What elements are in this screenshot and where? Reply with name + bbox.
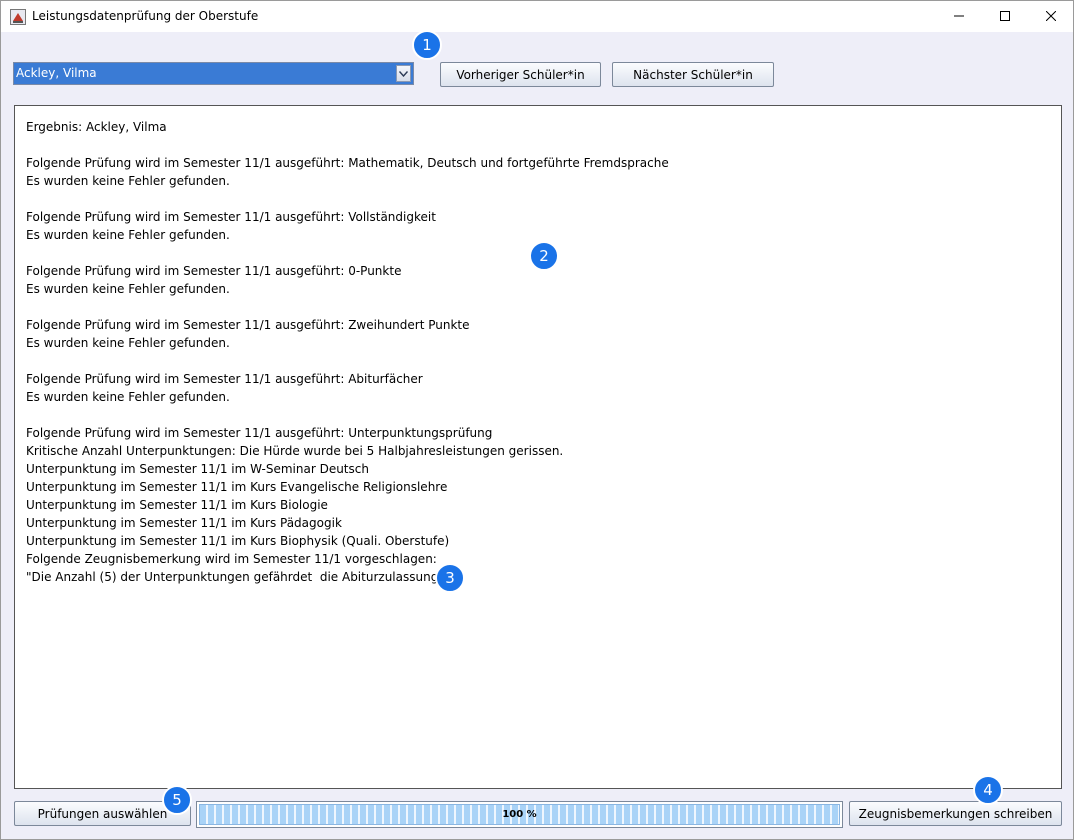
main-window: Leistungsdatenprüfung der Oberstufe Ackl… bbox=[0, 0, 1074, 840]
close-icon bbox=[1045, 10, 1057, 24]
result-line: Ergebnis: Ackley, Vilma bbox=[26, 120, 167, 134]
result-line bbox=[26, 298, 1050, 316]
window-title: Leistungsdatenprüfung der Oberstufe bbox=[32, 9, 259, 23]
next-student-button[interactable]: Nächster Schüler*in bbox=[612, 62, 774, 87]
result-line: Unterpunktung im Semester 11/1 im Kurs B… bbox=[26, 498, 328, 512]
minimize-icon bbox=[954, 10, 964, 24]
result-line: Unterpunktung im Semester 11/1 im Kurs P… bbox=[26, 516, 342, 530]
maximize-icon bbox=[1000, 10, 1010, 24]
result-line: Unterpunktung im Semester 11/1 im Kurs E… bbox=[26, 480, 448, 494]
annotation-badge-2: 2 bbox=[529, 241, 559, 271]
result-line: Unterpunktung im Semester 11/1 im Kurs B… bbox=[26, 534, 450, 548]
progress-label: 100 % bbox=[502, 809, 537, 820]
progress-bar: 100 % bbox=[196, 801, 843, 828]
annotation-badge-4: 4 bbox=[973, 775, 1003, 805]
next-student-label: Nächster Schüler*in bbox=[633, 67, 753, 82]
previous-student-button[interactable]: Vorheriger Schüler*in bbox=[440, 62, 601, 87]
result-line bbox=[26, 136, 1050, 154]
write-remarks-label: Zeugnisbemerkungen schreiben bbox=[858, 806, 1053, 821]
result-line: Folgende Prüfung wird im Semester 11/1 a… bbox=[26, 210, 436, 224]
result-line: Folgende Prüfung wird im Semester 11/1 a… bbox=[26, 372, 423, 386]
student-combobox-value: Ackley, Vilma bbox=[16, 66, 97, 80]
select-checks-label: Prüfungen auswählen bbox=[37, 806, 168, 821]
chevron-down-icon[interactable] bbox=[396, 65, 411, 82]
result-line: Folgende Prüfung wird im Semester 11/1 a… bbox=[26, 426, 493, 440]
student-combobox[interactable]: Ackley, Vilma bbox=[13, 62, 414, 85]
minimize-button[interactable] bbox=[936, 1, 982, 32]
write-remarks-button[interactable]: Zeugnisbemerkungen schreiben bbox=[849, 801, 1062, 826]
result-line: Folgende Prüfung wird im Semester 11/1 a… bbox=[26, 156, 669, 170]
result-line bbox=[26, 190, 1050, 208]
result-text-area[interactable]: Ergebnis: Ackley, Vilma Folgende Prüfung … bbox=[14, 105, 1062, 789]
result-line bbox=[26, 352, 1050, 370]
result-line: Folgende Zeugnisbemerkung wird im Semest… bbox=[26, 552, 437, 566]
result-line: Unterpunktung im Semester 11/1 im W-Semi… bbox=[26, 462, 369, 476]
java-app-icon bbox=[10, 9, 26, 25]
close-button[interactable] bbox=[1028, 1, 1074, 32]
title-bar[interactable]: Leistungsdatenprüfung der Oberstufe bbox=[1, 1, 1073, 32]
result-line: Es wurden keine Fehler gefunden. bbox=[26, 390, 230, 404]
result-line: Es wurden keine Fehler gefunden. bbox=[26, 282, 230, 296]
annotation-badge-3: 3 bbox=[435, 563, 465, 593]
annotation-badge-5: 5 bbox=[162, 785, 192, 815]
previous-student-label: Vorheriger Schüler*in bbox=[456, 67, 585, 82]
result-line: Kritische Anzahl Unterpunktungen: Die Hü… bbox=[26, 444, 564, 458]
result-line: Es wurden keine Fehler gefunden. bbox=[26, 336, 230, 350]
annotation-badge-1: 1 bbox=[412, 30, 442, 60]
result-line: Folgende Prüfung wird im Semester 11/1 a… bbox=[26, 318, 470, 332]
result-line bbox=[26, 406, 1050, 424]
maximize-button[interactable] bbox=[982, 1, 1028, 32]
result-line: "Die Anzahl (5) der Unterpunktungen gefä… bbox=[26, 570, 448, 584]
result-line: Es wurden keine Fehler gefunden. bbox=[26, 174, 230, 188]
